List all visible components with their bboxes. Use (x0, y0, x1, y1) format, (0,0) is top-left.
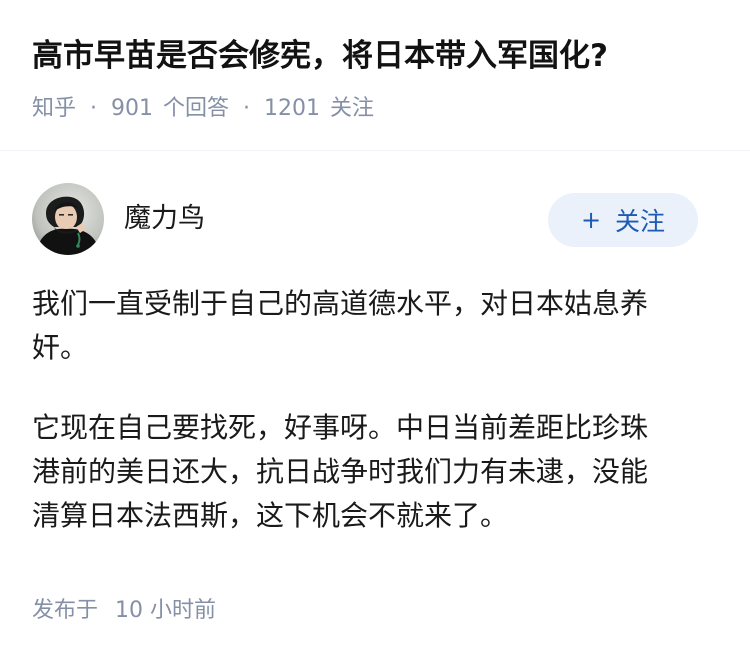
follow-button-label: 关注 (615, 207, 666, 236)
site-name[interactable]: 知乎 (32, 92, 76, 126)
author-row: 魔力鸟 + 关注 (32, 183, 698, 257)
answers-label[interactable]: 个回答 (163, 92, 229, 126)
question-title[interactable]: 高市早苗是否会修宪，将日本带入军国化? (32, 34, 608, 78)
answer-content: 我们一直受制于自己的高道德水平，对日本姑息养 奸。 它现在自己要找死，好事呀。中… (32, 282, 712, 574)
followers-label: 关注 (330, 96, 375, 121)
avatar[interactable] (32, 183, 104, 255)
meta-separator: · (90, 96, 98, 121)
author-name[interactable]: 魔力鸟 (124, 201, 205, 237)
question-meta: 知乎 · 901 个回答 · 1201 关注 (32, 92, 374, 126)
header-divider (0, 150, 750, 151)
person-avatar-icon (32, 183, 104, 255)
publish-time-value: 10 小时前 (115, 598, 217, 623)
answer-paragraph: 它现在自己要找死，好事呀。中日当前差距比珍珠 港前的美日还大，抗日战争时我们力有… (32, 411, 649, 532)
plus-icon: + (580, 206, 602, 234)
follow-button[interactable]: + 关注 (548, 193, 698, 247)
publish-time: 发布于 10 小时前 (32, 594, 216, 628)
answer-paragraph: 我们一直受制于自己的高道德水平，对日本姑息养 奸。 (32, 287, 649, 364)
answers-count: 901 (111, 96, 154, 121)
followers-count: 1201 (264, 96, 321, 121)
publish-label: 发布于 (32, 598, 99, 623)
meta-separator: · (243, 96, 251, 121)
